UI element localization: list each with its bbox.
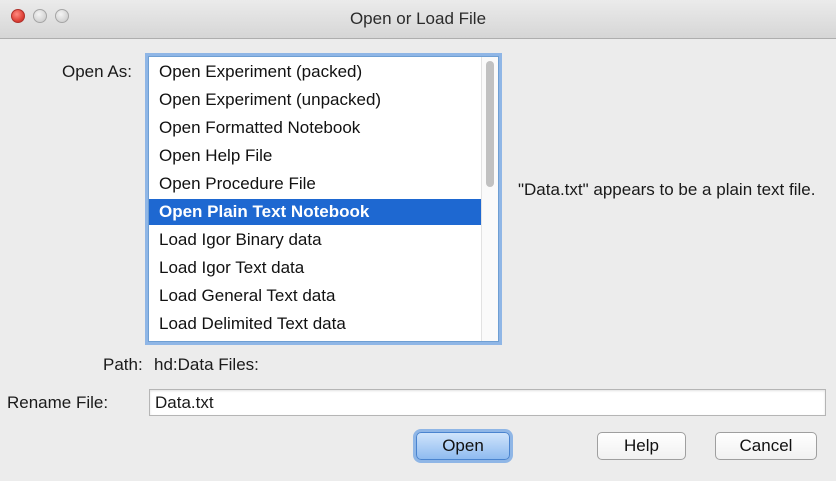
title-bar[interactable]: Open or Load File [0,0,836,39]
open-as-item[interactable]: Open Plain Text Notebook [149,199,498,225]
scrollbar-thumb[interactable] [486,61,494,187]
list-scrollbar[interactable] [481,57,498,341]
open-as-item[interactable]: Load Delimited Text data [149,311,498,337]
open-as-item[interactable]: Load General Text data [149,283,498,309]
window-title: Open or Load File [349,9,487,28]
help-button[interactable]: Help [597,432,686,460]
open-as-item[interactable]: Open Procedure File [149,171,498,197]
path-value: hd:Data Files: [154,355,259,374]
open-as-label: Open As: [62,62,132,81]
open-as-item[interactable]: Open Experiment (packed) [149,59,498,85]
open-as-list[interactable]: Open Experiment (packed) Open Experiment … [148,56,499,342]
path-label: Path: [103,355,143,374]
rename-file-label: Rename File: [7,393,109,412]
rename-file-input[interactable]: Data.txt [149,389,826,416]
open-as-item[interactable]: Open Formatted Notebook [149,115,498,141]
open-as-item[interactable]: Open Help File [149,143,498,169]
open-as-item[interactable]: Open Experiment (unpacked) [149,87,498,113]
open-button[interactable]: Open [416,432,510,460]
open-as-items: Open Experiment (packed) Open Experiment … [149,59,498,341]
cancel-button[interactable]: Cancel [715,432,817,460]
open-as-item[interactable]: Load MIME-TSV WWW data [149,339,498,341]
file-type-info: "Data.txt" appears to be a plain text fi… [518,180,816,199]
open-as-item[interactable]: Load Igor Text data [149,255,498,281]
open-as-item[interactable]: Load Igor Binary data [149,227,498,253]
